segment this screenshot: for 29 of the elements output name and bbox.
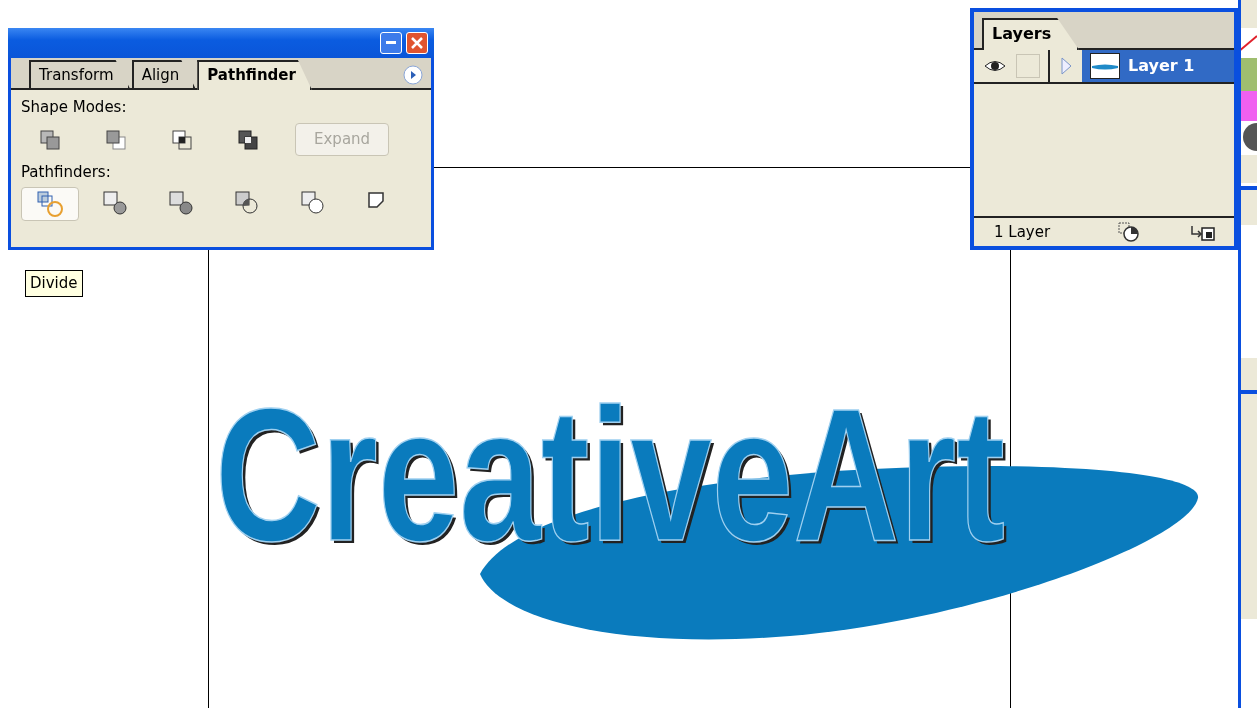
- panel-tab[interactable]: Transform: [29, 60, 130, 88]
- square-circle-icon: [37, 191, 63, 217]
- panel-menu-icon[interactable]: [403, 65, 423, 85]
- square-circle-icon: [235, 191, 261, 217]
- layer-count: 1 Layer: [994, 221, 1052, 243]
- panel-tab[interactable]: Layers: [982, 18, 1080, 50]
- square-circle-icon: [301, 191, 327, 217]
- mask-icon[interactable]: [1118, 222, 1140, 242]
- close-icon: [411, 37, 423, 49]
- square-circle-icon: [103, 191, 129, 217]
- layer-name[interactable]: Layer 1: [1128, 54, 1195, 78]
- lock-toggle[interactable]: [1016, 54, 1040, 78]
- overlapping-squares-icon: [238, 129, 258, 150]
- overlapping-squares-icon: [106, 129, 126, 150]
- square-circle-icon: [169, 191, 195, 217]
- panel-tab[interactable]: Align: [131, 60, 196, 88]
- section-label: Pathfinders:: [21, 161, 112, 183]
- tooltip: Divide: [25, 270, 83, 297]
- panel-tab[interactable]: Pathfinder: [197, 60, 312, 90]
- section-label: Shape Modes:: [21, 97, 128, 118]
- layer-thumbnail: [1090, 53, 1120, 79]
- close-button[interactable]: [406, 32, 428, 54]
- overlapping-squares-icon: [172, 129, 192, 150]
- minimize-icon: [386, 41, 396, 45]
- visibility-eye-icon[interactable]: [984, 59, 1006, 73]
- layer-row[interactable]: Layer 1: [1082, 50, 1234, 82]
- minimize-button[interactable]: [380, 32, 402, 54]
- overlapping-squares-icon: [40, 129, 60, 150]
- pathfinder-button[interactable]: [21, 187, 79, 221]
